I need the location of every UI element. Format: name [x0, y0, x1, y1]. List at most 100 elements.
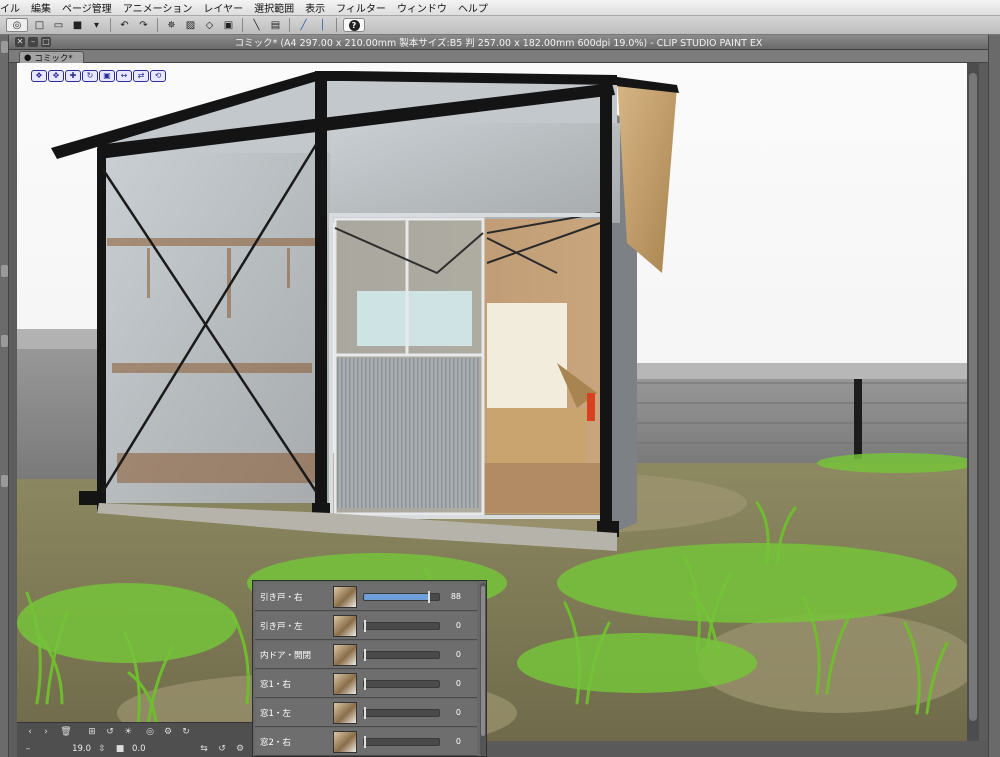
zoom-stepper-icon[interactable]: ⇳: [95, 743, 109, 755]
parts-value[interactable]: 88: [441, 592, 461, 601]
slider-handle[interactable]: [364, 649, 366, 661]
list-item[interactable]: 窓1・左 0: [255, 699, 477, 727]
parts-value[interactable]: 0: [441, 737, 461, 746]
rotate-reset-icon[interactable]: ↺: [215, 743, 229, 755]
slider-handle[interactable]: [428, 591, 430, 603]
clip-studio-icon[interactable]: ◎: [6, 18, 28, 32]
redo-icon[interactable]: ↷: [136, 18, 151, 32]
panel-scrollbar[interactable]: [480, 583, 486, 756]
fill-icon[interactable]: ▨: [183, 18, 198, 32]
list-item[interactable]: 窓2・右 0: [255, 728, 477, 756]
minimize-icon[interactable]: –: [28, 37, 38, 47]
reset-icon[interactable]: ⟲: [150, 70, 166, 82]
parts-slider[interactable]: [363, 620, 440, 632]
flip-icon[interactable]: ⇆: [197, 743, 211, 755]
save-icon[interactable]: ■: [70, 18, 85, 32]
dock-handle-icon[interactable]: [1, 335, 8, 347]
menu-filter[interactable]: フィルター: [332, 0, 393, 15]
snap-ruler-icon[interactable]: │: [315, 18, 330, 32]
next-page-icon[interactable]: ›: [39, 726, 53, 738]
ruler-icon[interactable]: ▤: [268, 18, 283, 32]
menu-icon[interactable]: ▾: [89, 18, 104, 32]
dock-handle-icon[interactable]: [1, 41, 8, 53]
toolbar-divider: [110, 18, 111, 32]
object-rotate-icon[interactable]: ↻: [82, 70, 98, 82]
sphere-icon[interactable]: ◎: [143, 726, 157, 738]
rotate-view-icon[interactable]: ↺: [103, 726, 117, 738]
sliding-door-right: [333, 217, 485, 516]
parts-value[interactable]: 0: [441, 621, 461, 630]
refresh-icon[interactable]: ↻: [179, 726, 193, 738]
menu-window[interactable]: ウィンドウ: [393, 0, 454, 15]
zoom-level[interactable]: 19.0: [61, 743, 91, 755]
snap-icon[interactable]: ╱: [296, 18, 311, 32]
scrollbar-thumb[interactable]: [481, 586, 485, 736]
gear-icon[interactable]: ⚙: [161, 726, 175, 738]
parts-label: 引き戸・右: [260, 593, 303, 603]
list-item[interactable]: 引き戸・右 88: [255, 583, 477, 611]
parts-slider[interactable]: [363, 736, 440, 748]
list-item[interactable]: 内ドア・開閉 0: [255, 641, 477, 669]
tab-close-icon[interactable]: ●: [24, 53, 31, 63]
menu-selection[interactable]: 選択範囲: [250, 0, 301, 15]
menu-help[interactable]: ヘルプ: [454, 0, 495, 15]
toolbar-divider: [289, 18, 290, 32]
undo-icon[interactable]: ↶: [117, 18, 132, 32]
new-file-icon[interactable]: □: [32, 18, 47, 32]
document-title-bar: ✕ – □ コミック* (A4 297.00 x 210.00mm 製本サイズ:…: [9, 35, 988, 50]
settings-icon[interactable]: ⚙: [233, 743, 247, 755]
document-tab[interactable]: ● コミック*: [19, 51, 84, 64]
rotation-angle[interactable]: 0.0: [132, 743, 162, 755]
object-pan-icon[interactable]: ↔: [116, 70, 132, 82]
maximize-icon[interactable]: □: [41, 37, 51, 47]
prev-page-icon[interactable]: ‹: [23, 726, 37, 738]
open-file-icon[interactable]: ▭: [51, 18, 66, 32]
zoom-out-icon[interactable]: –: [21, 743, 35, 755]
object-flip-icon[interactable]: ⇄: [133, 70, 149, 82]
deselect-icon[interactable]: ╲: [249, 18, 264, 32]
camera-move-icon[interactable]: ❖: [31, 70, 47, 82]
dock-handle-icon[interactable]: [1, 265, 8, 277]
list-item[interactable]: 引き戸・左 0: [255, 612, 477, 640]
slider-handle[interactable]: [364, 736, 366, 748]
dock-handle-icon[interactable]: [1, 475, 8, 487]
3d-scene[interactable]: [17, 63, 979, 743]
list-item[interactable]: 窓1・右 0: [255, 670, 477, 698]
clear-icon[interactable]: ◇: [202, 18, 217, 32]
parts-slider[interactable]: [363, 707, 440, 719]
status-strip: [487, 741, 988, 757]
fit-view-icon[interactable]: ■: [113, 743, 127, 755]
add-object-icon[interactable]: ⊞: [85, 726, 99, 738]
slider-handle[interactable]: [364, 707, 366, 719]
help-icon[interactable]: ?: [343, 18, 365, 32]
menu-layer[interactable]: レイヤー: [199, 0, 250, 15]
slider-handle[interactable]: [364, 678, 366, 690]
menu-page[interactable]: ページ管理: [58, 0, 119, 15]
parts-thumbnail: [333, 702, 357, 724]
parts-slider[interactable]: [363, 649, 440, 661]
slider-handle[interactable]: [364, 620, 366, 632]
object-move-icon[interactable]: ✚: [65, 70, 81, 82]
scrollbar-thumb[interactable]: [969, 73, 977, 721]
canvas[interactable]: ❖ ✥ ✚ ↻ ▣ ↔ ⇄ ⟲: [17, 63, 979, 743]
parts-slider[interactable]: [363, 591, 440, 603]
parts-thumbnail: [333, 644, 357, 666]
menu-view[interactable]: 表示: [301, 0, 332, 15]
parts-value[interactable]: 0: [441, 679, 461, 688]
transform-icon[interactable]: ✵: [164, 18, 179, 32]
object-scale-icon[interactable]: ▣: [99, 70, 115, 82]
parts-value[interactable]: 0: [441, 708, 461, 717]
camera-pan-icon[interactable]: ✥: [48, 70, 64, 82]
menu-animation[interactable]: アニメーション: [119, 0, 200, 15]
parts-value[interactable]: 0: [441, 650, 461, 659]
menu-edit[interactable]: 編集: [27, 0, 58, 15]
light-icon[interactable]: ☀: [121, 726, 135, 738]
parts-label: 窓1・左: [260, 709, 291, 719]
delete-icon[interactable]: 🗑: [59, 726, 73, 738]
vertical-scrollbar[interactable]: [967, 63, 979, 743]
selection-icon[interactable]: ▣: [221, 18, 236, 32]
close-icon[interactable]: ✕: [15, 37, 25, 47]
menu-file[interactable]: イル: [0, 0, 27, 15]
document-tab-bar: ● コミック*: [9, 50, 988, 64]
parts-slider[interactable]: [363, 678, 440, 690]
